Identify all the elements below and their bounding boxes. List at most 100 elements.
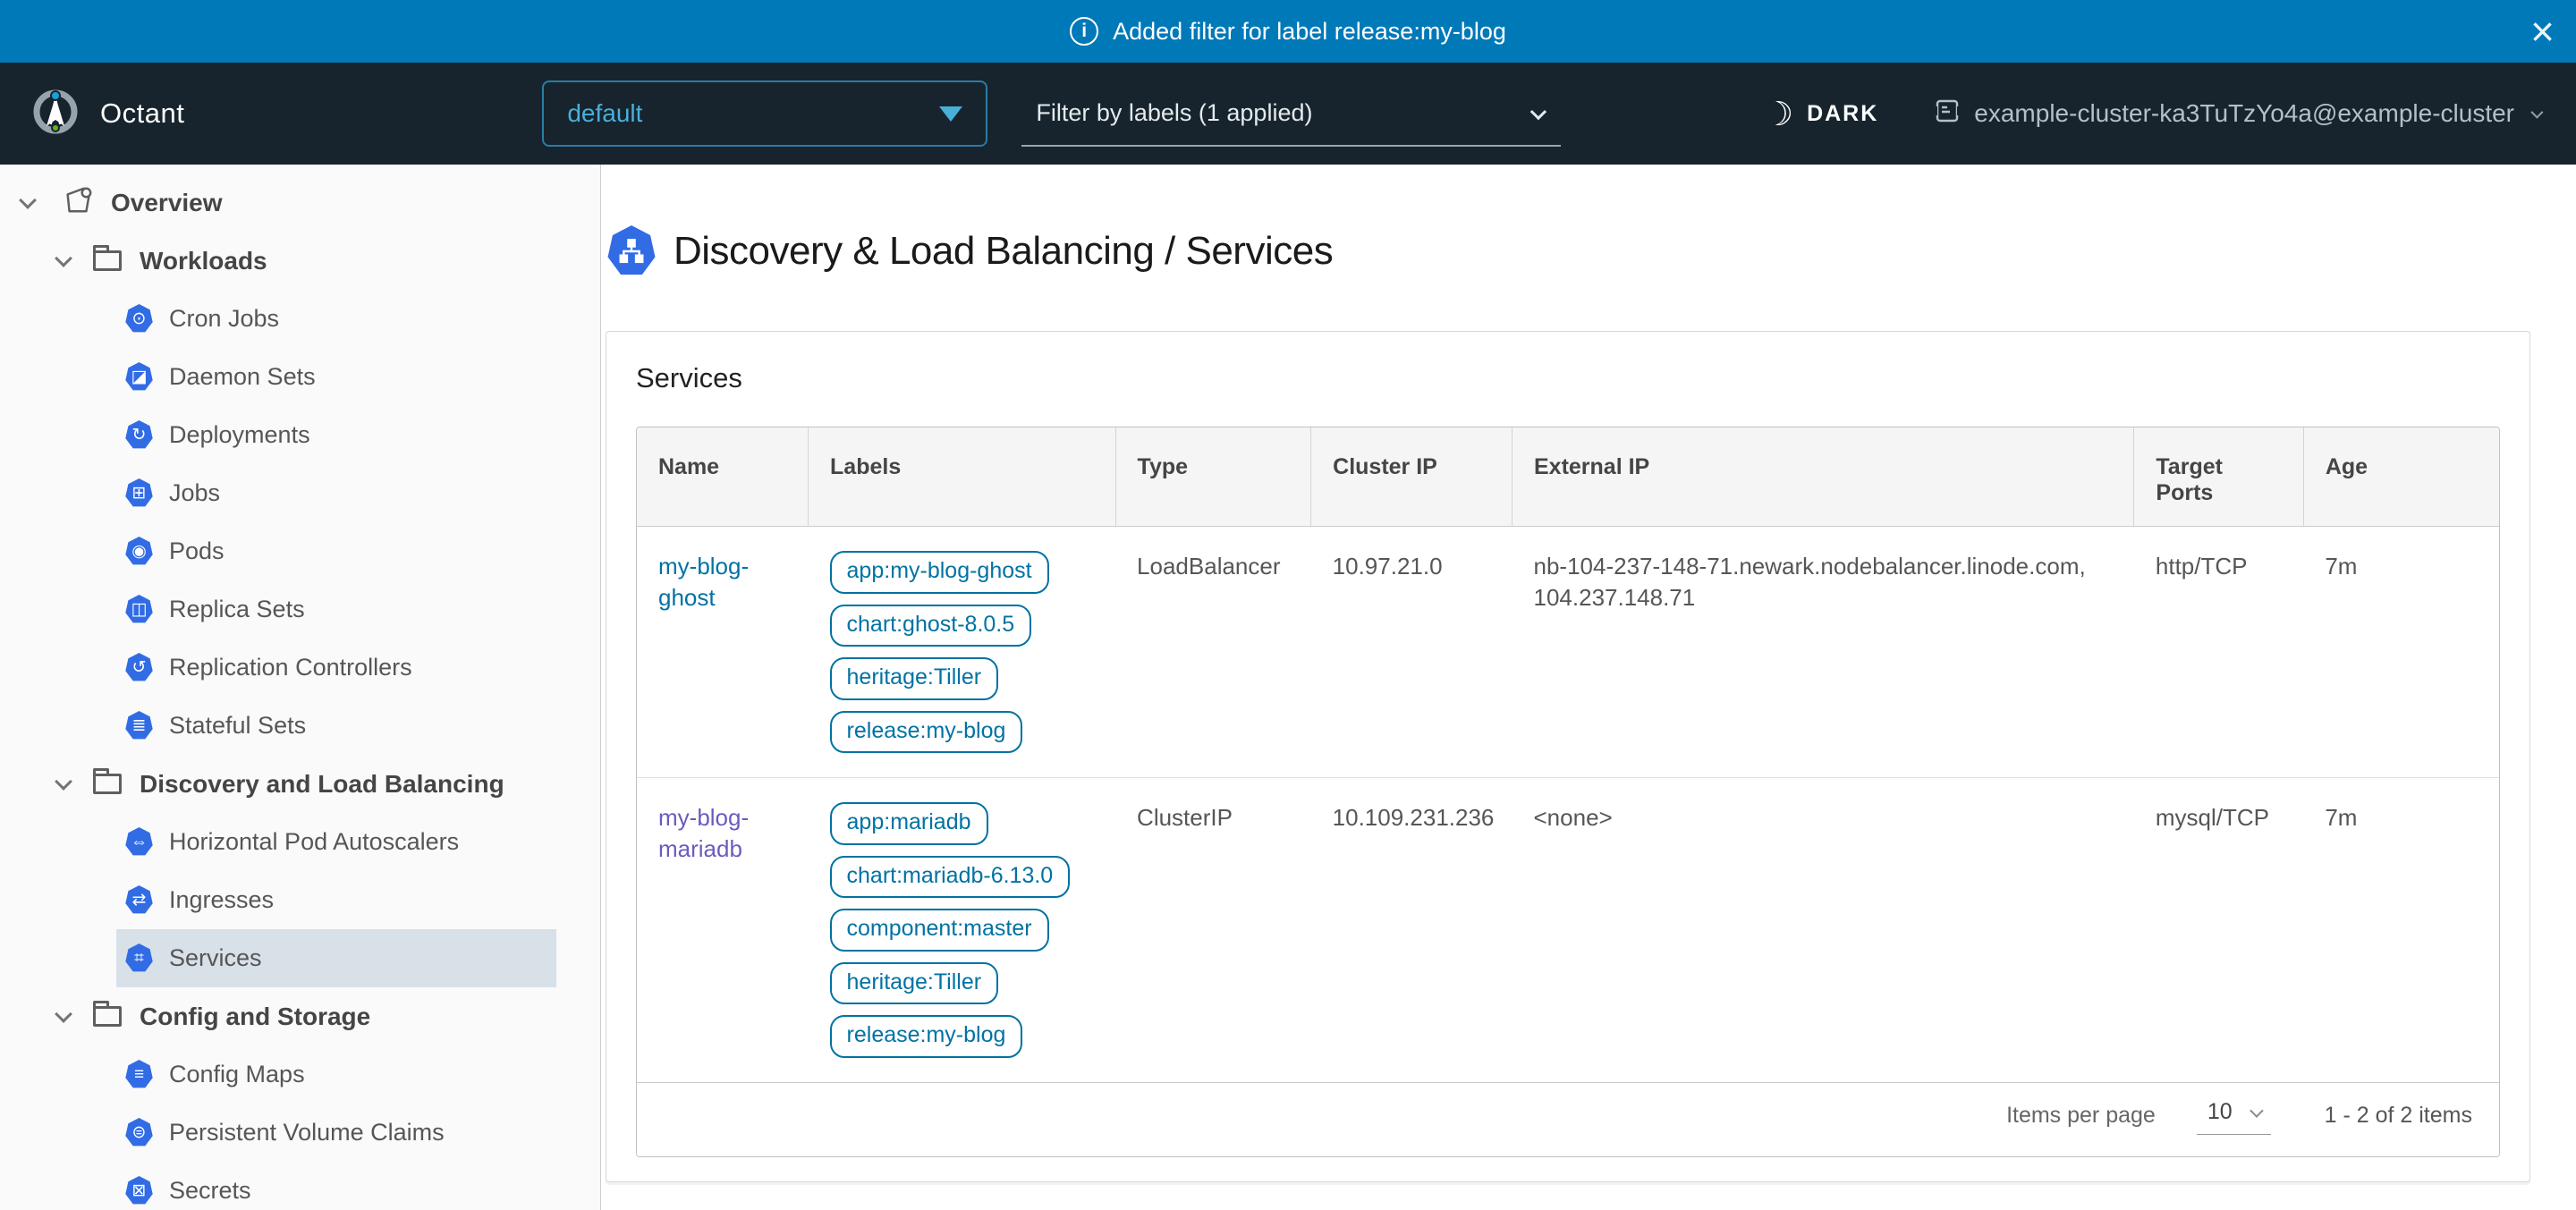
label-pill-row: heritage:Tiller — [830, 962, 1095, 1005]
page-title: Discovery & Load Balancing / Services — [674, 229, 1333, 274]
daemon-sets-icon: ◪ — [125, 362, 153, 392]
service-icon — [607, 225, 656, 277]
cluster-ip-cell: 10.97.21.0 — [1311, 527, 1513, 778]
info-icon: i — [1070, 17, 1098, 46]
sidebar-item-horizontal-pod-autoscalers[interactable]: ⇔Horizontal Pod Autoscalers — [116, 813, 556, 871]
sidebar-item-label: Overview — [111, 189, 223, 217]
column-header-type: Type — [1115, 427, 1311, 527]
sidebar-group-discovery-and-load-balancing[interactable]: Discovery and Load Balancing — [0, 755, 600, 813]
items-per-page-label: Items per page — [2006, 1103, 2156, 1129]
replica-sets-icon: ◫ — [125, 595, 153, 624]
chevron-down-icon — [55, 250, 72, 267]
sidebar-group-config-and-storage[interactable]: Config and Storage — [0, 987, 600, 1045]
page-size-select[interactable]: 10 — [2197, 1097, 2271, 1135]
pods-icon: ◉ — [125, 537, 153, 566]
sidebar-item-overview[interactable]: Overview — [0, 173, 600, 232]
sidebar-item-label: Horizontal Pod Autoscalers — [169, 828, 459, 856]
close-icon[interactable]: × — [2530, 11, 2555, 52]
deployments-icon: ↻ — [125, 420, 153, 450]
sidebar: Overview Workloads ⊙ Cron Jobs ◪ Daemon Sets ↻… — [0, 165, 601, 1210]
label-filter-text: Filter by labels (1 applied) — [1036, 99, 1312, 127]
column-header-labels: Labels — [809, 427, 1116, 527]
labels-cell: app:mariadb chart:mariadb-6.13.0 component… — [809, 778, 1116, 1082]
sidebar-item-label: Ingresses — [169, 886, 274, 914]
label-pill[interactable]: chart:mariadb-6.13.0 — [830, 856, 1071, 899]
main-content: Discovery & Load Balancing / Services Se… — [601, 165, 2576, 1210]
age-cell: 7m — [2303, 527, 2499, 778]
label-pill-row: app:my-blog-ghost — [830, 551, 1095, 594]
pagination-range: 1 - 2 of 2 items — [2325, 1103, 2472, 1129]
sidebar-item-label: Cron Jobs — [169, 305, 279, 333]
sidebar-item-label: Daemon Sets — [169, 363, 316, 391]
sidebar-item-secrets[interactable]: ⊠ Secrets — [116, 1162, 556, 1210]
sidebar-item-label: Secrets — [169, 1177, 251, 1205]
table-row: my-blog-mariadb app:mariadb chart:mariadb-… — [637, 778, 2499, 1082]
table-row: my-blog-ghost app:my-blog-ghost chart:ghos… — [637, 527, 2499, 778]
label-pill[interactable]: release:my-blog — [830, 711, 1023, 754]
page-title-row: Discovery & Load Balancing / Services — [606, 225, 2530, 277]
label-filter-dropdown[interactable]: Filter by labels (1 applied) — [1021, 80, 1561, 147]
services-icon: ⌗ — [125, 943, 153, 973]
folder-icon — [93, 774, 122, 794]
label-pill[interactable]: heritage:Tiller — [830, 962, 999, 1005]
table-footer: Items per page 10 1 - 2 of 2 items — [637, 1082, 2499, 1156]
service-link[interactable]: my-blog-mariadb — [658, 804, 749, 862]
sidebar-item-daemon-sets[interactable]: ◪ Daemon Sets — [116, 348, 556, 406]
chevron-down-icon — [1530, 103, 1546, 119]
sidebar-item-deployments[interactable]: ↻ Deployments — [116, 406, 556, 464]
sidebar-item-label: Services — [169, 944, 262, 972]
sidebar-item-persistent-volume-claims[interactable]: ⊜Persistent Volume Claims — [116, 1104, 556, 1162]
sidebar-item-pods[interactable]: ◉ Pods — [116, 522, 556, 580]
services-table: NameLabelsTypeCluster IPExternal IPTarge… — [636, 427, 2500, 1157]
chevron-down-icon — [55, 773, 72, 791]
cron-jobs-icon: ⊙ — [125, 304, 153, 334]
sidebar-group-label: Config and Storage — [140, 1003, 370, 1031]
sidebar-item-services[interactable]: ⌗ Services — [116, 929, 556, 987]
brand-title: Octant — [100, 97, 184, 130]
sidebar-item-cron-jobs[interactable]: ⊙ Cron Jobs — [116, 290, 556, 348]
ingresses-icon: ⇄ — [125, 885, 153, 915]
namespace-value: default — [567, 99, 642, 128]
secrets-icon: ⊠ — [125, 1176, 153, 1206]
sidebar-item-jobs[interactable]: ⊞Jobs — [116, 464, 556, 522]
label-pill-row: chart:mariadb-6.13.0 — [830, 856, 1095, 899]
theme-toggle-button[interactable]: ☾ DARK — [1764, 97, 1878, 131]
column-header-name: Name — [637, 427, 809, 527]
label-pill[interactable]: heritage:Tiller — [830, 657, 999, 700]
label-pill[interactable]: app:my-blog-ghost — [830, 551, 1049, 594]
label-pill[interactable]: release:my-blog — [830, 1015, 1023, 1058]
column-header-cluster-ip: Cluster IP — [1311, 427, 1513, 527]
sidebar-item-replication-controllers[interactable]: ↺Replication Controllers — [116, 639, 556, 697]
persistent-volume-claims-icon: ⊜ — [125, 1118, 153, 1147]
sidebar-item-label: Replication Controllers — [169, 654, 412, 681]
label-pill-row: heritage:Tiller — [830, 657, 1095, 700]
sidebar-item-replica-sets[interactable]: ◫ Replica Sets — [116, 580, 556, 639]
labels-cell: app:my-blog-ghost chart:ghost-8.0.5 herita… — [809, 527, 1116, 778]
label-pill-row: component:master — [830, 909, 1095, 952]
theme-toggle-label: DARK — [1807, 101, 1878, 127]
namespace-dropdown[interactable]: default — [542, 80, 987, 147]
column-header-external-ip: External IP — [1513, 427, 2134, 527]
sidebar-group-label: Discovery and Load Balancing — [140, 770, 504, 799]
chevron-down-icon — [2250, 1104, 2264, 1118]
column-header-age: Age — [2303, 427, 2499, 527]
sidebar-item-label: Stateful Sets — [169, 712, 306, 740]
label-pill[interactable]: app:mariadb — [830, 802, 988, 845]
sidebar-item-label: Replica Sets — [169, 596, 305, 623]
notification-text: Added filter for label release:my-blog — [1113, 18, 1506, 46]
label-pill[interactable]: chart:ghost-8.0.5 — [830, 605, 1032, 647]
service-link[interactable]: my-blog-ghost — [658, 553, 749, 611]
external-ip-cell: nb-104-237-148-71.newark.nodebalancer.li… — [1513, 527, 2134, 778]
jobs-icon: ⊞ — [125, 478, 153, 508]
sidebar-item-stateful-sets[interactable]: ≣Stateful Sets — [116, 697, 556, 755]
card-title: Services — [636, 362, 2500, 394]
sidebar-item-label: Pods — [169, 537, 225, 565]
notification-bar: i Added filter for label release:my-blog… — [0, 0, 2576, 63]
cluster-selector[interactable]: example-cluster-ka3TuTzYo4a@example-clus… — [1934, 97, 2540, 131]
sidebar-item-label: Deployments — [169, 421, 310, 449]
sidebar-group-workloads[interactable]: Workloads — [0, 232, 600, 290]
octant-logo — [32, 89, 79, 140]
label-pill[interactable]: component:master — [830, 909, 1049, 952]
sidebar-item-ingresses[interactable]: ⇄ Ingresses — [116, 871, 556, 929]
sidebar-item-config-maps[interactable]: ≡Config Maps — [116, 1045, 556, 1104]
